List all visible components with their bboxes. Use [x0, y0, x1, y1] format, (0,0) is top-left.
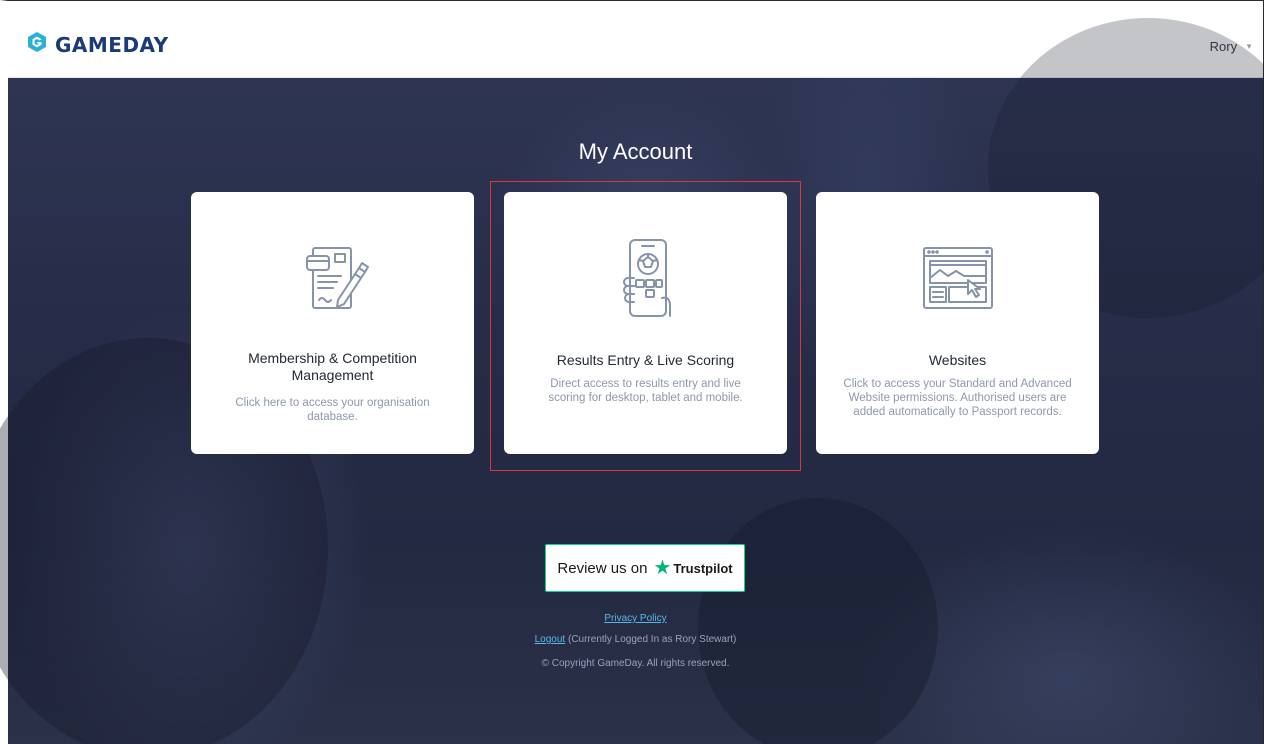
card-description: Click to access your Standard and Advanc… [843, 378, 1072, 418]
trustpilot-review-button[interactable]: Review us on ★ Trustpilot [545, 544, 745, 592]
card-title: Membership & Competition Management [248, 350, 417, 383]
websites-card[interactable]: Websites Click to access your Standard a… [816, 192, 1099, 454]
copyright-text: © Copyright GameDay. All rights reserved… [541, 658, 730, 669]
card-title: Websites [928, 352, 987, 368]
browser-window-icon [816, 234, 1099, 324]
page-title: My Account [578, 139, 693, 164]
membership-competition-card[interactable]: Membership & Competition Management Clic… [191, 192, 474, 454]
privacy-policy-link[interactable]: Privacy Policy [604, 613, 666, 624]
trustpilot-brand: Trustpilot [673, 560, 733, 576]
card-description: Click here to access your organisation d… [235, 397, 430, 423]
phone-soccer-ball-icon [504, 234, 787, 324]
star-icon: ★ [653, 557, 672, 579]
document-pen-icon [191, 234, 474, 324]
card-title: Results Entry & Live Scoring [556, 352, 735, 368]
results-entry-live-scoring-card[interactable]: Results Entry & Live Scoring Direct acce… [504, 192, 787, 454]
logo-text: GAMEDAY [55, 32, 169, 57]
account-hero: My Account Membership & Competition Mana… [0, 18, 1264, 744]
privacy-policy-row: Privacy Policy [8, 613, 1263, 625]
gameday-logo-icon [26, 31, 48, 58]
logout-row: Logout (Currently Logged In as Rory Stew… [8, 634, 1263, 646]
trustpilot-prefix: Review us on [557, 559, 648, 577]
logged-in-status: (Currently Logged In as Rory Stewart) [567, 634, 737, 645]
logout-link[interactable]: Logout [535, 634, 566, 645]
card-description: Direct access to results entry and live … [548, 378, 743, 404]
gameday-logo[interactable]: GAMEDAY [26, 31, 169, 58]
